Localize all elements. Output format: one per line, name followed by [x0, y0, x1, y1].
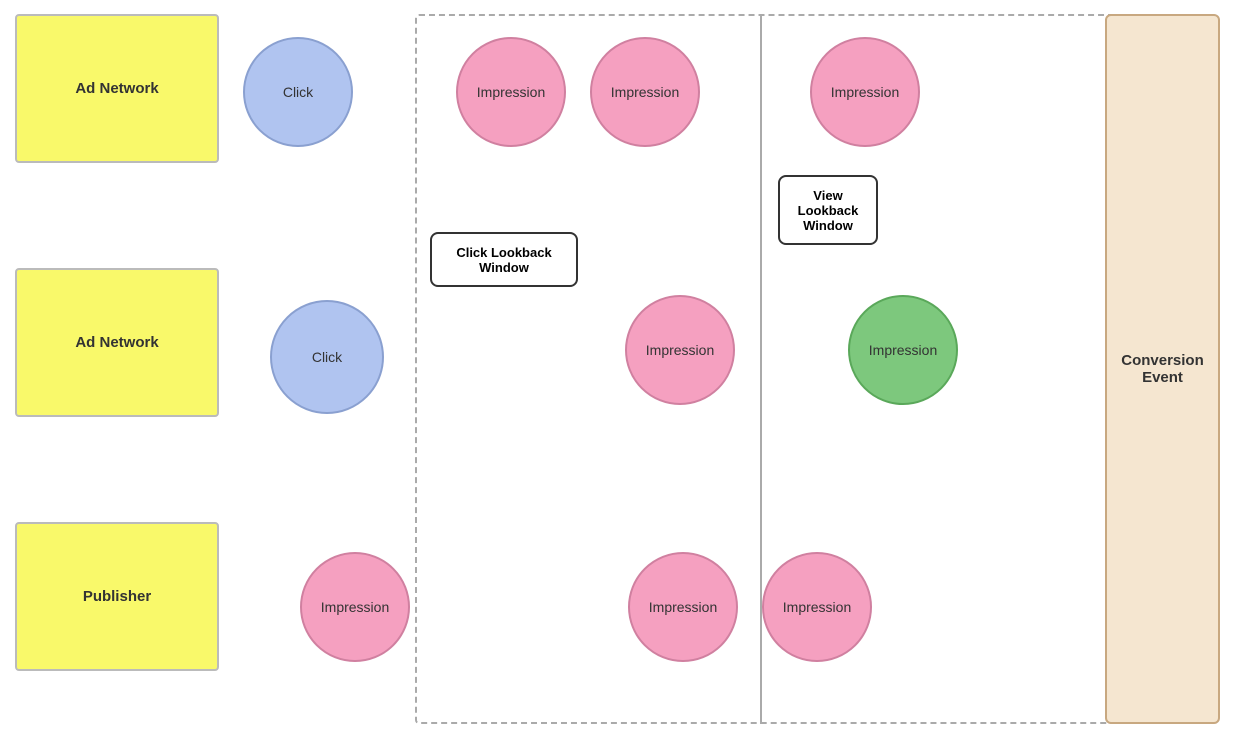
ad-network-2-box: Ad Network	[15, 268, 219, 417]
impression-circle-3: Impression	[810, 37, 920, 147]
publisher-label: Publisher	[83, 588, 151, 605]
diagram-area: Ad Network Ad Network Publisher Conversi…	[0, 0, 1234, 742]
impression-3-label: Impression	[831, 84, 899, 100]
ad-network-2-label: Ad Network	[75, 334, 158, 351]
impression-circle-2: Impression	[590, 37, 700, 147]
click-lookback-label: Click Lookback Window	[456, 245, 551, 275]
click-2-label: Click	[312, 349, 342, 365]
click-1-label: Click	[283, 84, 313, 100]
impression-circle-6: Impression	[300, 552, 410, 662]
publisher-box: Publisher	[15, 522, 219, 671]
divider-line	[760, 14, 762, 724]
impression-circle-7: Impression	[628, 552, 738, 662]
impression-2-label: Impression	[611, 84, 679, 100]
conversion-label: Conversion Event	[1121, 352, 1204, 386]
impression-6-label: Impression	[321, 599, 389, 615]
view-lookback-box: View Lookback Window	[778, 175, 878, 245]
click-lookback-box: Click Lookback Window	[430, 232, 578, 287]
impression-8-label: Impression	[783, 599, 851, 615]
click-circle-1: Click	[243, 37, 353, 147]
impression-4-label: Impression	[646, 342, 714, 358]
impression-5-label: Impression	[869, 342, 937, 358]
click-circle-2: Click	[270, 300, 384, 414]
ad-network-1-box: Ad Network	[15, 14, 219, 163]
impression-circle-4: Impression	[625, 295, 735, 405]
conversion-panel: Conversion Event	[1105, 14, 1220, 724]
view-lookback-label: View Lookback Window	[798, 188, 859, 233]
impression-circle-1: Impression	[456, 37, 566, 147]
impression-circle-8: Impression	[762, 552, 872, 662]
impression-7-label: Impression	[649, 599, 717, 615]
impression-1-label: Impression	[477, 84, 545, 100]
ad-network-1-label: Ad Network	[75, 80, 158, 97]
impression-circle-5: Impression	[848, 295, 958, 405]
